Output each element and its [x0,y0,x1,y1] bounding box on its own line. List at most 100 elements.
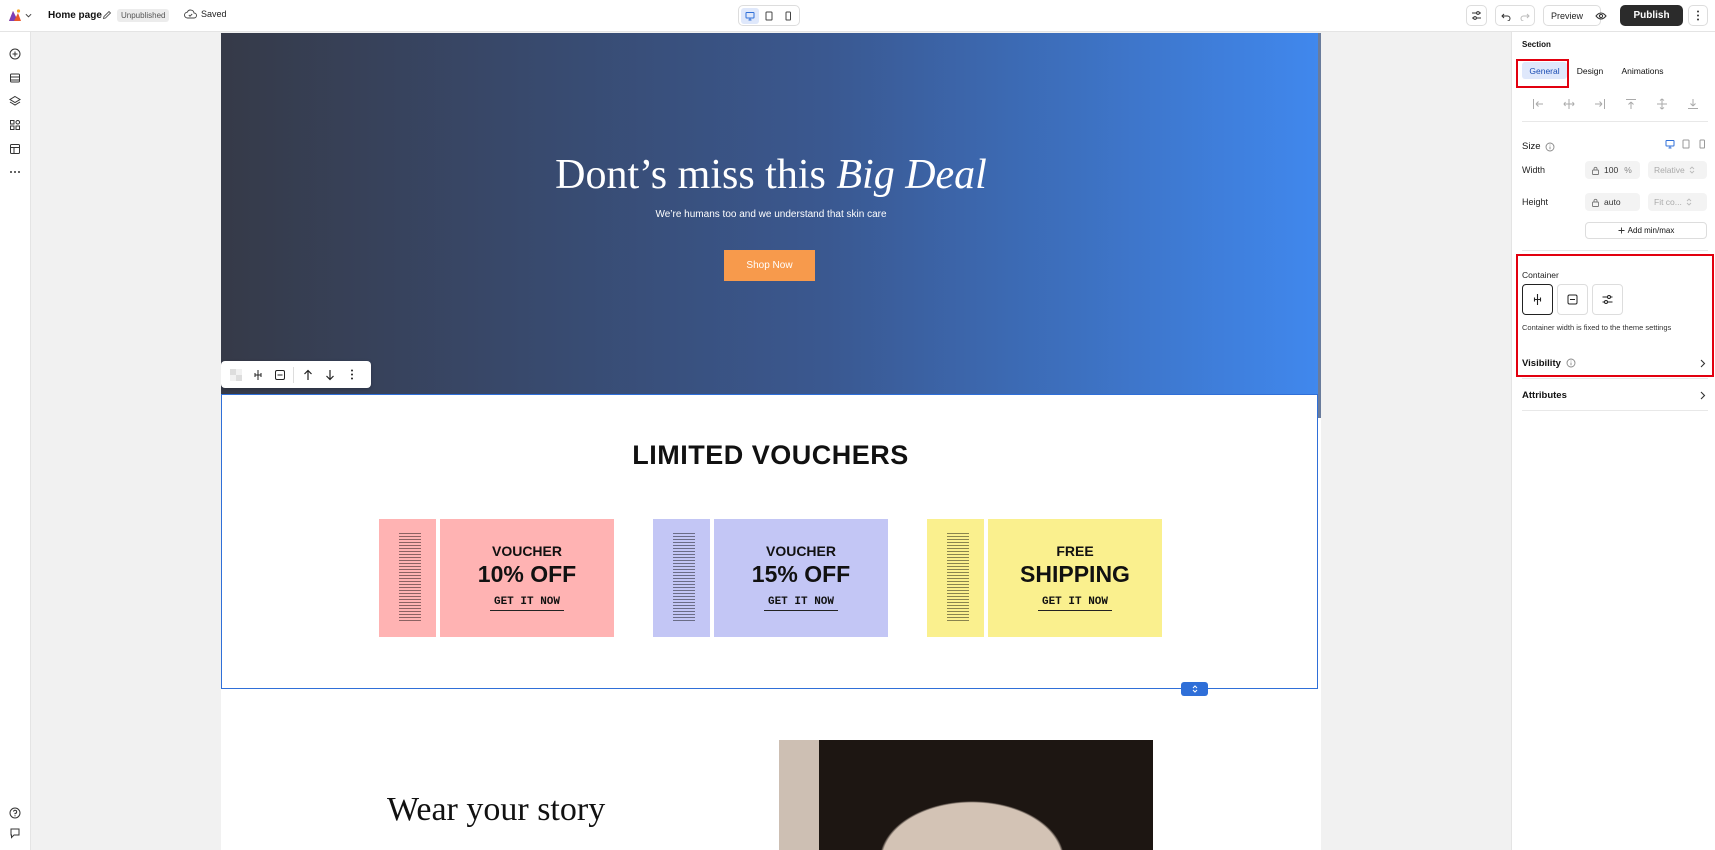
tablet-icon [765,11,773,20]
more-options-button[interactable] [1688,5,1708,26]
settings-panel: Section General Design Animations Size W… [1511,32,1715,850]
top-bar: Home page Unpublished Saved Preview Publ… [0,0,1715,32]
desktop-icon[interactable] [1665,139,1675,149]
shop-now-button[interactable]: Shop Now [724,250,815,281]
attributes-row[interactable]: Attributes [1522,387,1567,403]
container-full-button[interactable] [1557,284,1588,315]
sliders-icon [1602,295,1613,304]
chevron-right-icon[interactable] [1699,359,1706,368]
voucher-cta[interactable]: GET IT NOW [764,596,838,611]
add-element-icon[interactable] [8,47,22,61]
hero-subtitle: We’re humans too and we understand that … [655,209,887,220]
container-custom-button[interactable] [1592,284,1623,315]
barcode-graphic [673,533,695,623]
width-mode-select[interactable]: Relative [1648,161,1707,179]
lock-icon[interactable] [1591,166,1600,175]
add-minmax-button[interactable]: Add min/max [1585,222,1707,239]
chat-icon[interactable] [8,826,22,840]
align-top-icon[interactable] [1625,98,1637,110]
full-width-icon [1567,294,1578,305]
container-width-icon[interactable] [249,366,266,383]
move-down-icon[interactable] [321,366,338,383]
status-badge: Unpublished [117,9,170,22]
voucher-cta[interactable]: GET IT NOW [490,596,564,611]
help-icon[interactable] [8,806,22,820]
height-mode-select[interactable]: Fit co... [1648,193,1707,211]
container-fixed-button[interactable] [1522,284,1553,315]
desktop-view-button[interactable] [741,7,760,24]
save-status: Saved [184,9,227,19]
tablet-view-button[interactable] [760,8,778,24]
lock-icon[interactable] [1591,198,1600,207]
resize-handle[interactable] [1181,682,1208,696]
align-center-icon[interactable] [1562,98,1575,110]
hero-title: Dont’s miss this Big Deal [221,151,1321,199]
pencil-icon[interactable] [102,10,112,20]
mobile-icon[interactable] [1697,139,1707,149]
divider [1522,410,1708,411]
hero-section[interactable]: Dont’s miss this Big Deal We’re humans t… [221,33,1321,394]
align-middle-icon[interactable] [1656,98,1668,110]
height-mode-value: Fit co... [1654,197,1682,207]
divider [1522,121,1708,122]
voucher-body: VOUCHER 10% OFF GET IT NOW [440,519,614,637]
move-up-icon[interactable] [299,366,316,383]
publish-label: Publish [1633,10,1670,21]
height-input[interactable]: auto [1585,193,1640,211]
history-controls [1495,5,1535,26]
info-icon[interactable] [1566,358,1576,368]
checker-icon[interactable] [227,366,244,383]
more-horizontal-icon[interactable] [8,165,22,179]
size-device-row [1665,139,1707,149]
plus-icon [1618,227,1625,234]
visibility-row[interactable]: Visibility [1522,355,1708,371]
container-label: Container [1522,270,1559,280]
voucher-card[interactable]: FREE SHIPPING GET IT NOW [927,519,1162,637]
size-label: Size [1522,141,1541,152]
preview-eye-button[interactable] [1591,5,1611,26]
width-mode-value: Relative [1654,165,1685,175]
alignment-row [1522,98,1708,110]
desktop-icon [745,11,755,20]
container-width-icon [1533,294,1542,305]
align-bottom-icon[interactable] [1687,98,1699,110]
layers-icon[interactable] [8,94,22,108]
voucher-cta[interactable]: GET IT NOW [1038,596,1112,611]
mobile-view-button[interactable] [779,8,797,24]
redo-icon[interactable] [1520,11,1530,21]
app-logo[interactable] [8,8,32,22]
canvas-scrollbar[interactable] [1318,33,1321,418]
full-width-icon[interactable] [271,366,288,383]
tab-design[interactable]: Design [1570,62,1610,79]
chevron-right-icon[interactable] [1699,391,1706,400]
voucher-card[interactable]: VOUCHER 15% OFF GET IT NOW [653,519,888,637]
width-value: 100 [1604,165,1619,175]
info-icon[interactable] [1545,142,1555,152]
add-minmax-label: Add min/max [1627,226,1675,235]
sections-icon[interactable] [8,71,22,85]
align-right-icon[interactable] [1594,98,1606,110]
apps-icon[interactable] [8,118,22,132]
align-left-icon[interactable] [1532,98,1544,110]
theme-settings-button[interactable] [1466,5,1487,26]
chevron-updown-icon [1686,198,1692,206]
device-switcher [738,5,800,26]
voucher-card[interactable]: VOUCHER 10% OFF GET IT NOW [379,519,614,637]
vouchers-section[interactable]: LIMITED VOUCHERS VOUCHER 10% OFF GET IT … [221,394,1318,689]
width-input[interactable]: 100 % [1585,161,1640,179]
tablet-icon[interactable] [1681,139,1691,149]
toolbar-divider [293,366,294,383]
attributes-label: Attributes [1522,389,1567,401]
cloud-check-icon [184,9,197,19]
undo-icon[interactable] [1500,11,1511,21]
portrait-image [779,740,1153,850]
tab-animations[interactable]: Animations [1615,62,1670,79]
voucher-line1: VOUCHER [765,543,836,559]
publish-button[interactable]: Publish [1620,5,1683,26]
templates-icon[interactable] [8,142,22,156]
width-label: Width [1522,165,1546,175]
voucher-body: FREE SHIPPING GET IT NOW [988,519,1162,637]
page-name[interactable]: Home page [48,10,102,21]
more-vertical-icon[interactable] [343,366,360,383]
height-value: auto [1604,197,1621,207]
